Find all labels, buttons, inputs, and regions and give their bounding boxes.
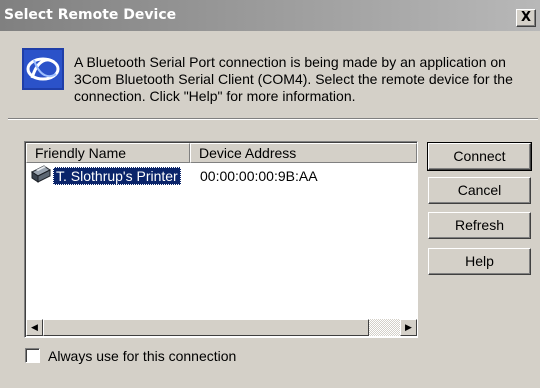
cancel-button[interactable]: Cancel bbox=[428, 177, 531, 204]
list-item[interactable]: T. Slothrup's Printer 00:00:00:00:9B:AA bbox=[26, 164, 417, 186]
title-bar[interactable]: Select Remote Device X bbox=[0, 0, 540, 32]
scroll-track[interactable] bbox=[369, 319, 400, 336]
scroll-thumb[interactable] bbox=[43, 319, 369, 336]
scroll-left-button[interactable]: ◀ bbox=[26, 319, 43, 336]
arrow-right-icon: ▶ bbox=[405, 322, 412, 332]
always-use-checkbox[interactable] bbox=[25, 348, 40, 363]
help-button[interactable]: Help bbox=[428, 248, 531, 275]
column-header-friendly-name[interactable]: Friendly Name bbox=[26, 143, 190, 163]
list-header: Friendly Name Device Address bbox=[26, 143, 417, 163]
column-header-device-address[interactable]: Device Address bbox=[190, 143, 417, 163]
close-button[interactable]: X bbox=[516, 9, 536, 27]
device-list[interactable]: Friendly Name Device Address T. Slothrup… bbox=[24, 141, 418, 338]
bluetooth-icon bbox=[22, 48, 64, 90]
connect-button[interactable]: Connect bbox=[427, 142, 532, 171]
device-address: 00:00:00:00:9B:AA bbox=[200, 168, 318, 184]
separator bbox=[8, 118, 538, 120]
dialog-title: Select Remote Device bbox=[4, 7, 177, 23]
printer-icon bbox=[31, 165, 51, 183]
device-name: T. Slothrup's Printer bbox=[53, 167, 181, 185]
description-text: A Bluetooth Serial Port connection is be… bbox=[74, 54, 513, 104]
scroll-right-button[interactable]: ▶ bbox=[400, 319, 417, 336]
always-use-label[interactable]: Always use for this connection bbox=[48, 348, 236, 364]
arrow-left-icon: ◀ bbox=[31, 322, 38, 332]
horizontal-scrollbar[interactable]: ◀ ▶ bbox=[26, 319, 417, 336]
refresh-button[interactable]: Refresh bbox=[428, 212, 531, 239]
